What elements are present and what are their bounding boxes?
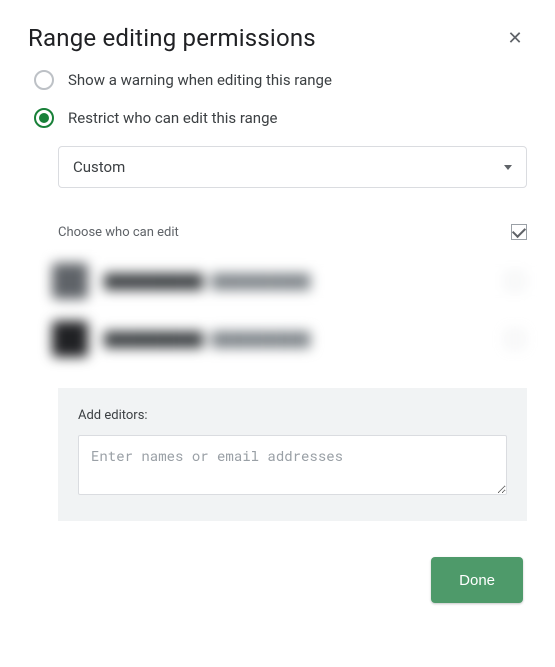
avatar xyxy=(52,321,88,357)
radio-icon xyxy=(34,70,54,90)
user-name: ██████████ xyxy=(104,273,203,290)
dialog-footer: Done xyxy=(28,557,527,603)
restriction-select-row: Custom xyxy=(58,146,527,188)
editors-list: ██████████ ██████████ ██████████ ███████… xyxy=(44,252,535,368)
radio-restrict[interactable]: Restrict who can edit this range xyxy=(34,108,527,128)
close-icon: ✕ xyxy=(507,28,522,49)
add-editors-panel: Add editors: xyxy=(58,388,527,521)
select-all-checkbox[interactable] xyxy=(511,224,527,240)
user-checkbox[interactable] xyxy=(507,331,523,347)
avatar xyxy=(52,263,88,299)
close-button[interactable]: ✕ xyxy=(503,26,527,50)
chevron-down-icon xyxy=(504,165,512,170)
add-editors-label: Add editors: xyxy=(78,408,507,423)
done-button[interactable]: Done xyxy=(431,557,523,603)
dropdown-selected: Custom xyxy=(73,158,125,176)
radio-show-warning[interactable]: Show a warning when editing this range xyxy=(34,70,527,90)
radio-icon-selected xyxy=(34,108,54,128)
radio-label: Show a warning when editing this range xyxy=(68,71,332,89)
restriction-dropdown[interactable]: Custom xyxy=(58,146,527,188)
radio-inner-dot xyxy=(39,113,49,123)
choose-editors-header: Choose who can edit xyxy=(58,224,527,240)
user-checkbox[interactable] xyxy=(507,273,523,289)
permission-mode-group: Show a warning when editing this range R… xyxy=(34,70,527,128)
user-email: ██████████ xyxy=(211,273,310,290)
radio-label: Restrict who can edit this range xyxy=(68,109,277,127)
user-email: ██████████ xyxy=(211,331,310,348)
list-item[interactable]: ██████████ ██████████ xyxy=(44,310,535,368)
choose-editors-label: Choose who can edit xyxy=(58,225,179,240)
user-name: ██████████ xyxy=(104,331,203,348)
add-editors-input[interactable] xyxy=(78,435,507,495)
list-item[interactable]: ██████████ ██████████ xyxy=(44,252,535,310)
permissions-dialog: Range editing permissions ✕ Show a warni… xyxy=(0,0,555,627)
dialog-title: Range editing permissions xyxy=(28,24,316,52)
dialog-header: Range editing permissions ✕ xyxy=(28,24,527,52)
